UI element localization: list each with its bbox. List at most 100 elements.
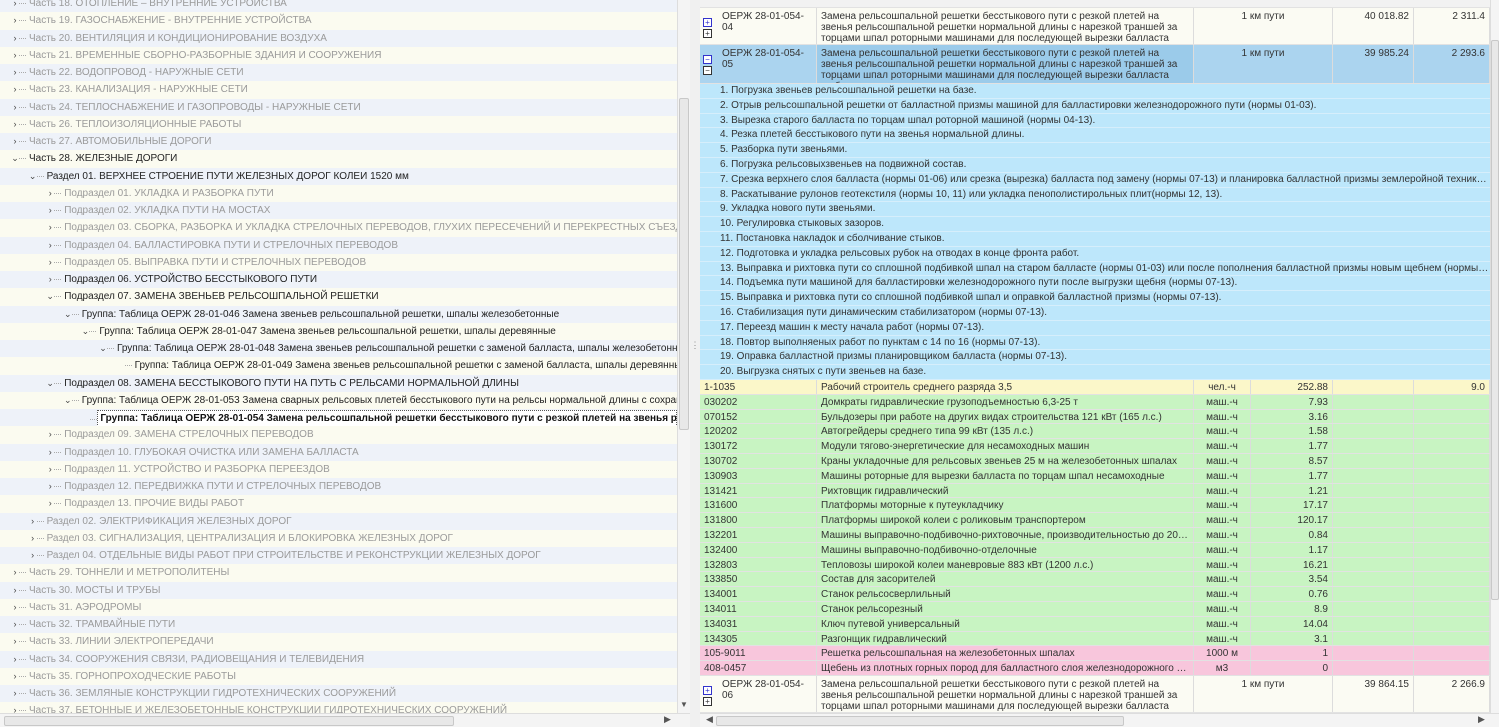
tree-item[interactable]: › Подраздел 06. УСТРОЙСТВО БЕССТЫКОВОГО П… (0, 271, 677, 289)
tree-item[interactable]: › Часть 27. АВТОМОБИЛЬНЫЕ ДОРОГИ (0, 133, 677, 151)
tree-item[interactable]: › Раздел 02. ЭЛЕКТРИФИКАЦИЯ ЖЕЛЕЗНЫХ ДОРО… (0, 512, 677, 530)
tree-item[interactable]: › Часть 21. ВРЕМЕННЫЕ СБОРНО-РАЗБОРНЫЕ ЗД… (0, 46, 677, 64)
tree-item[interactable]: › Подраздел 02. УКЛАДКА ПУТИ НА МОСТАХ (0, 202, 677, 220)
tree-hscroll-thumb[interactable] (4, 716, 454, 726)
tree-item[interactable]: › Часть 19. ГАЗОСНАБЖЕНИЕ - ВНУТРЕННИЕ УС… (0, 12, 677, 30)
tree-item[interactable]: Группа: Таблица ОЕРЖ 28-01-054 Замена ре… (0, 409, 677, 427)
tree-item-label: Подраздел 12. ПЕРЕДВИЖКА ПУТИ И СТРЕЛОЧН… (54, 478, 381, 495)
resource-value (1414, 616, 1490, 631)
expand-details-icon[interactable]: + (703, 29, 712, 38)
resource-row[interactable]: 132201 Машины выправочно-подбивочно-рихто… (700, 528, 1490, 543)
tree-item[interactable]: ⌄ Раздел 01. ВЕРХНЕЕ СТРОЕНИЕ ПУТИ ЖЕЛЕЗН… (0, 167, 677, 185)
tree-item[interactable]: › Раздел 04. ОТДЕЛЬНЫЕ ВИДЫ РАБОТ ПРИ СТР… (0, 547, 677, 565)
resource-row[interactable]: 133850 Состав для засорителей маш.-ч 3.54 (700, 572, 1490, 588)
tree-item[interactable]: › Часть 22. ВОДОПРОВОД - НАРУЖНЫЕ СЕТИ (0, 64, 677, 82)
tree-item[interactable]: › Часть 36. ЗЕМЛЯНЫЕ КОНСТРУКЦИИ ГИДРОТЕХ… (0, 685, 677, 703)
collapse-details-icon[interactable]: − (703, 66, 712, 75)
work-step: 3. Вырезка старого балласта по торцам шп… (700, 113, 1490, 129)
tree-item[interactable]: ⌄ Группа: Таблица ОЕРЖ 28-01-053 Замена с… (0, 391, 677, 409)
resource-row[interactable]: 134305 Разгонщик гидравлический маш.-ч 3.1 (700, 631, 1490, 647)
table-vertical-scrollbar[interactable] (1490, 0, 1499, 713)
work-step: 14. Подъемка пути машиной для балластиро… (700, 276, 1490, 292)
panel-splitter[interactable]: ⋮ (690, 0, 700, 727)
expand-icon[interactable]: + (703, 18, 712, 27)
resource-row[interactable]: 134011 Станок рельсорезный маш.-ч 8.9 (700, 602, 1490, 617)
resource-row[interactable]: 132803 Тепловозы широкой колеи маневровые… (700, 557, 1490, 573)
norm-code: ОЕРЖ 28-01-054-06 (718, 676, 817, 712)
expand-icon[interactable]: + (703, 686, 712, 695)
norm-unit: 1 км пути (1194, 676, 1333, 712)
norm-value: 2 293.6 (1414, 45, 1490, 83)
tree-item[interactable]: › Часть 31. АЭРОДРОМЫ (0, 598, 677, 616)
scroll-right-arrow-icon[interactable]: ▶ (664, 714, 671, 725)
tree-item[interactable]: › Часть 32. ТРАМВАЙНЫЕ ПУТИ (0, 616, 677, 634)
tree-item[interactable]: ⌄ Группа: Таблица ОЕРЖ 28-01-046 Замена з… (0, 305, 677, 323)
tree-scroll-thumb[interactable] (679, 98, 689, 430)
resource-row[interactable]: 408-0457 Щебень из плотных горных пород д… (700, 661, 1490, 676)
tree-item[interactable]: ⌄ Группа: Таблица ОЕРЖ 28-01-048 Замена з… (0, 340, 677, 358)
resource-row[interactable]: 130172 Модули тягово-энергетические для н… (700, 439, 1490, 454)
table-horizontal-scrollbar[interactable]: ◀ ▶ (700, 713, 1499, 727)
resource-quantity: 0.84 (1251, 528, 1333, 542)
tree-item[interactable]: › Подраздел 11. УСТРОЙСТВО И РАЗБОРКА ПЕР… (0, 460, 677, 478)
tree-item[interactable]: › Подраздел 03. СБОРКА, РАЗБОРКА И УКЛАДК… (0, 219, 677, 237)
tree-item[interactable]: › Часть 34. СООРУЖЕНИЯ СВЯЗИ, РАДИОВЕЩАНИ… (0, 650, 677, 668)
norm-row[interactable]: − − ОЕРЖ 28-01-054-05 Замена рельсошпальной… (700, 45, 1490, 84)
collapse-icon[interactable]: − (703, 55, 712, 64)
tree-item[interactable]: ⌄ Подраздел 07. ЗАМЕНА ЗВЕНЬЕВ РЕЛЬСОШПАЛ… (0, 288, 677, 306)
tree-item[interactable]: › Часть 24. ТЕПЛОСНАБЖЕНИЕ И ГАЗОПРОВОДЫ … (0, 98, 677, 116)
tree-vertical-scrollbar[interactable]: ▼ (677, 0, 690, 713)
scroll-down-arrow-icon[interactable]: ▼ (680, 700, 688, 709)
resource-row[interactable]: 1-1035 Рабочий строитель среднего разряда… (700, 380, 1490, 395)
resource-row[interactable]: 134001 Станок рельсосверлильный маш.-ч 0.76 (700, 587, 1490, 602)
resource-code: 132201 (700, 528, 817, 542)
norm-row[interactable]: + + ОЕРЖ 28-01-054-04 Замена рельсошпальной… (700, 8, 1490, 45)
tree-item[interactable]: › Подраздел 05. ВЫПРАВКА ПУТИ И СТРЕЛОЧНЫ… (0, 253, 677, 271)
table-scroll-thumb[interactable] (1491, 40, 1499, 600)
tree-item[interactable]: › Часть 30. МОСТЫ И ТРУБЫ (0, 581, 677, 599)
tree-item-label: Часть 30. МОСТЫ И ТРУБЫ (19, 582, 161, 599)
tree-item[interactable]: ⌄ Группа: Таблица ОЕРЖ 28-01-047 Замена з… (0, 322, 677, 340)
norm-row[interactable]: + + ОЕРЖ 28-01-054-06 Замена рельсошпальной… (700, 676, 1490, 713)
tree-item[interactable]: › Часть 20. ВЕНТИЛЯЦИЯ И КОНДИЦИОНИРОВАНИ… (0, 29, 677, 47)
tree-item[interactable]: › Часть 26. ТЕПЛОИЗОЛЯЦИОННЫЕ РАБОТЫ (0, 115, 677, 133)
resource-value (1414, 424, 1490, 439)
tree-item[interactable]: › Подраздел 09. ЗАМЕНА СТРЕЛОЧНЫХ ПЕРЕВОД… (0, 426, 677, 444)
tree-item[interactable]: › Подраздел 12. ПЕРЕДВИЖКА ПУТИ И СТРЕЛОЧ… (0, 478, 677, 496)
scroll-right-arrow-icon[interactable]: ▶ (1478, 714, 1485, 725)
resource-row[interactable]: 130702 Краны укладочные для рельсовых зве… (700, 454, 1490, 469)
tree-item[interactable]: › Подраздел 10. ГЛУБОКАЯ ОЧИСТКА ИЛИ ЗАМЕ… (0, 443, 677, 461)
tree-item[interactable]: › Часть 23. КАНАЛИЗАЦИЯ - НАРУЖНЫЕ СЕТИ (0, 81, 677, 99)
tree-horizontal-scrollbar[interactable]: ▶ (0, 713, 690, 727)
resource-name: Автогрейдеры среднего типа 99 кВт (135 л… (817, 424, 1194, 439)
resource-row[interactable]: 132400 Машины выправочно-подбивочно-отдел… (700, 542, 1490, 558)
tree-item[interactable]: Группа: Таблица ОЕРЖ 28-01-049 Замена зв… (0, 357, 677, 375)
table-hscroll-thumb[interactable] (716, 716, 1124, 726)
tree-item[interactable]: › Подраздел 04. БАЛЛАСТИРОВКА ПУТИ И СТРЕ… (0, 236, 677, 254)
resource-row[interactable]: 105-9011 Решетка рельсошпальная на железо… (700, 646, 1490, 662)
chevron-right-icon[interactable]: › (10, 0, 20, 12)
tree-item[interactable]: ⌄ Часть 28. ЖЕЛЕЗНЫЕ ДОРОГИ (0, 150, 677, 168)
work-step: 15. Выправка и рихтовка пути со сплошной… (700, 291, 1490, 306)
resource-quantity: 0 (1251, 661, 1333, 675)
tree-item[interactable]: › Подраздел 13. ПРОЧИЕ ВИДЫ РАБОТ (0, 495, 677, 513)
resource-code: 133850 (700, 572, 817, 587)
resource-row[interactable]: 130903 Машины роторные для вырезки баллас… (700, 468, 1490, 484)
tree-item[interactable]: › Часть 18. ОТОПЛЕНИЕ – ВНУТРЕННИЕ УСТРОЙ… (0, 0, 677, 13)
tree-item[interactable]: › Подраздел 01. УКЛАДКА И РАЗБОРКА ПУТИ (0, 184, 677, 202)
scroll-left-arrow-icon[interactable]: ◀ (706, 714, 713, 725)
tree-item[interactable]: › Раздел 03. СИГНАЛИЗАЦИЯ, ЦЕНТРАЛИЗАЦИЯ … (0, 529, 677, 547)
tree-item[interactable]: › Часть 29. ТОННЕЛИ И МЕТРОПОЛИТЕНЫ (0, 564, 677, 582)
resource-price (1333, 409, 1414, 424)
resource-row[interactable]: 131800 Платформы широкой колеи с роликовы… (700, 513, 1490, 528)
tree-item[interactable]: › Часть 33. ЛИНИИ ЭЛЕКТРОПЕРЕДАЧИ (0, 633, 677, 651)
resource-row[interactable]: 131600 Платформы моторные к путеукладчику… (700, 498, 1490, 514)
resource-row[interactable]: 030202 Домкраты гидравлические грузоподъе… (700, 394, 1490, 410)
resource-row[interactable]: 131421 Рихтовщик гидравлический маш.-ч 1.21 (700, 483, 1490, 499)
tree-item[interactable]: › Часть 35. ГОРНОПРОХОДЧЕСКИЕ РАБОТЫ (0, 667, 677, 685)
expand-details-icon[interactable]: + (703, 697, 712, 706)
resource-row[interactable]: 070152 Бульдозеры при работе на других ви… (700, 409, 1490, 425)
resource-row[interactable]: 120202 Автогрейдеры среднего типа 99 кВт … (700, 424, 1490, 440)
resource-row[interactable]: 134031 Ключ путевой универсальный маш.-ч 14… (700, 616, 1490, 632)
tree-item[interactable]: ⌄ Подраздел 08. ЗАМЕНА БЕССТЫКОВОГО ПУТИ … (0, 374, 677, 392)
